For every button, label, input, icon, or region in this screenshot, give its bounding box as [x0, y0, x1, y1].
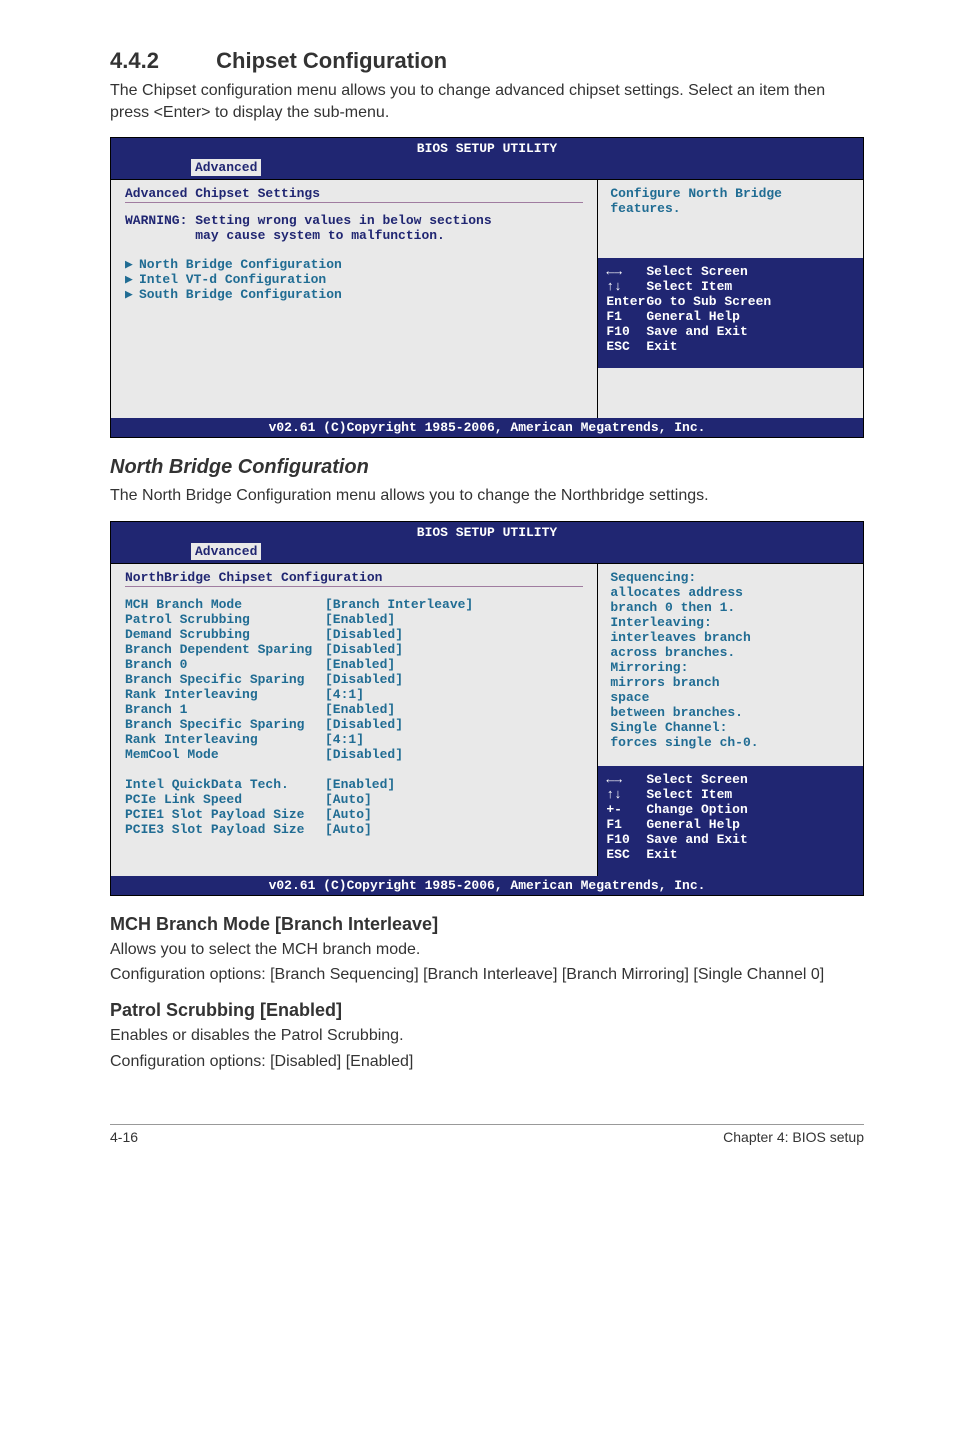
bios-box-2: BIOS SETUP UTILITY Advanced NorthBridge …: [110, 521, 864, 896]
config-label: PCIE3 Slot Payload Size: [125, 822, 325, 837]
intro-paragraph: The Chipset configuration menu allows yo…: [110, 80, 864, 123]
bios-config-row[interactable]: PCIe Link Speed[Auto]: [125, 792, 583, 807]
bios-config-row[interactable]: Branch 0[Enabled]: [125, 657, 583, 672]
config-label: Rank Interleaving: [125, 732, 325, 747]
config-value: [Disabled]: [325, 717, 403, 732]
bios-config-row[interactable]: Branch 1[Enabled]: [125, 702, 583, 717]
bios-config-row[interactable]: Demand Scrubbing[Disabled]: [125, 627, 583, 642]
config-value: [Auto]: [325, 792, 372, 807]
bios-tab-row: Advanced: [111, 159, 863, 179]
bios-warning: WARNING: Setting wrong values in below s…: [125, 213, 583, 243]
bios-config-row[interactable]: Rank Interleaving[4:1]: [125, 687, 583, 702]
bios-config-row[interactable]: Branch Specific Sparing[Disabled]: [125, 672, 583, 687]
triangle-icon: ▶: [125, 287, 139, 302]
bios-config-row[interactable]: Rank Interleaving[4:1]: [125, 732, 583, 747]
config-label: MemCool Mode: [125, 747, 325, 762]
bios-menu-item[interactable]: ▶Intel VT-d Configuration: [125, 272, 583, 287]
bios-box-1: BIOS SETUP UTILITY Advanced Advanced Chi…: [110, 137, 864, 438]
config-label: PCIe Link Speed: [125, 792, 325, 807]
bios-footer: v02.61 (C)Copyright 1985-2006, American …: [111, 418, 863, 437]
section-title: Chipset Configuration: [216, 48, 447, 73]
config-value: [Disabled]: [325, 627, 403, 642]
bios-tab-advanced[interactable]: Advanced: [191, 543, 261, 560]
bios-menu-item[interactable]: ▶South Bridge Configuration: [125, 287, 583, 302]
option-heading: MCH Branch Mode [Branch Interleave]: [110, 914, 864, 935]
config-label: Branch 1: [125, 702, 325, 717]
config-value: [Disabled]: [325, 642, 403, 657]
intro-paragraph: The North Bridge Configuration menu allo…: [110, 485, 864, 507]
option-config: Configuration options: [Disabled] [Enabl…: [110, 1051, 864, 1073]
triangle-icon: ▶: [125, 257, 139, 272]
config-label: Branch Dependent Sparing: [125, 642, 325, 657]
bios-config-row[interactable]: MemCool Mode[Disabled]: [125, 747, 583, 762]
config-value: [Branch Interleave]: [325, 597, 473, 612]
config-label: MCH Branch Mode: [125, 597, 325, 612]
config-value: [Disabled]: [325, 672, 403, 687]
config-label: Rank Interleaving: [125, 687, 325, 702]
config-label: PCIE1 Slot Payload Size: [125, 807, 325, 822]
bios-config-row[interactable]: Intel QuickData Tech.[Enabled]: [125, 777, 583, 792]
config-value: [Disabled]: [325, 747, 403, 762]
triangle-icon: ▶: [125, 272, 139, 287]
config-label: Branch Specific Sparing: [125, 672, 325, 687]
config-value: [4:1]: [325, 732, 364, 747]
config-label: Branch 0: [125, 657, 325, 672]
config-label: Patrol Scrubbing: [125, 612, 325, 627]
bios-config-row[interactable]: Branch Dependent Sparing[Disabled]: [125, 642, 583, 657]
option-desc: Enables or disables the Patrol Scrubbing…: [110, 1025, 864, 1047]
page-number: 4-16: [110, 1129, 138, 1145]
subsection-heading: North Bridge Configuration: [110, 456, 864, 479]
bios-heading: NorthBridge Chipset Configuration: [125, 570, 583, 587]
bios-help-text: Configure North Bridge features.: [610, 186, 851, 216]
bios-help-text: Sequencing: allocates address branch 0 t…: [610, 570, 851, 750]
bios-config-row[interactable]: Branch Specific Sparing[Disabled]: [125, 717, 583, 732]
config-label: Demand Scrubbing: [125, 627, 325, 642]
option-desc: Allows you to select the MCH branch mode…: [110, 939, 864, 961]
section-number: 4.4.2: [110, 48, 210, 74]
bios-keys: ←→Select Screen ↑↓Select Item EnterGo to…: [606, 264, 855, 354]
config-value: [Enabled]: [325, 612, 395, 627]
bios-config-row[interactable]: Patrol Scrubbing[Enabled]: [125, 612, 583, 627]
config-label: Branch Specific Sparing: [125, 717, 325, 732]
bios-tab-row: Advanced: [111, 543, 863, 563]
chapter-label: Chapter 4: BIOS setup: [723, 1129, 864, 1145]
bios-heading: Advanced Chipset Settings: [125, 186, 583, 203]
bios-tab-advanced[interactable]: Advanced: [191, 159, 261, 176]
bios-keys: ←→Select Screen ↑↓Select Item +-Change O…: [606, 772, 855, 862]
config-label: Intel QuickData Tech.: [125, 777, 325, 792]
config-value: [Enabled]: [325, 657, 395, 672]
section-heading: 4.4.2 Chipset Configuration: [110, 48, 864, 74]
bios-title: BIOS SETUP UTILITY: [111, 522, 863, 543]
bios-menu-item[interactable]: ▶North Bridge Configuration: [125, 257, 583, 272]
bios-config-row: [125, 762, 583, 777]
config-value: [4:1]: [325, 687, 364, 702]
bios-footer: v02.61 (C)Copyright 1985-2006, American …: [111, 876, 863, 895]
page-footer: 4-16 Chapter 4: BIOS setup: [110, 1124, 864, 1145]
bios-title: BIOS SETUP UTILITY: [111, 138, 863, 159]
config-value: [Enabled]: [325, 777, 395, 792]
option-config: Configuration options: [Branch Sequencin…: [110, 964, 864, 986]
bios-config-row[interactable]: PCIE3 Slot Payload Size[Auto]: [125, 822, 583, 837]
bios-config-row[interactable]: MCH Branch Mode[Branch Interleave]: [125, 597, 583, 612]
option-heading: Patrol Scrubbing [Enabled]: [110, 1000, 864, 1021]
bios-config-row[interactable]: PCIE1 Slot Payload Size[Auto]: [125, 807, 583, 822]
config-value: [Auto]: [325, 807, 372, 822]
config-value: [Enabled]: [325, 702, 395, 717]
config-value: [Auto]: [325, 822, 372, 837]
